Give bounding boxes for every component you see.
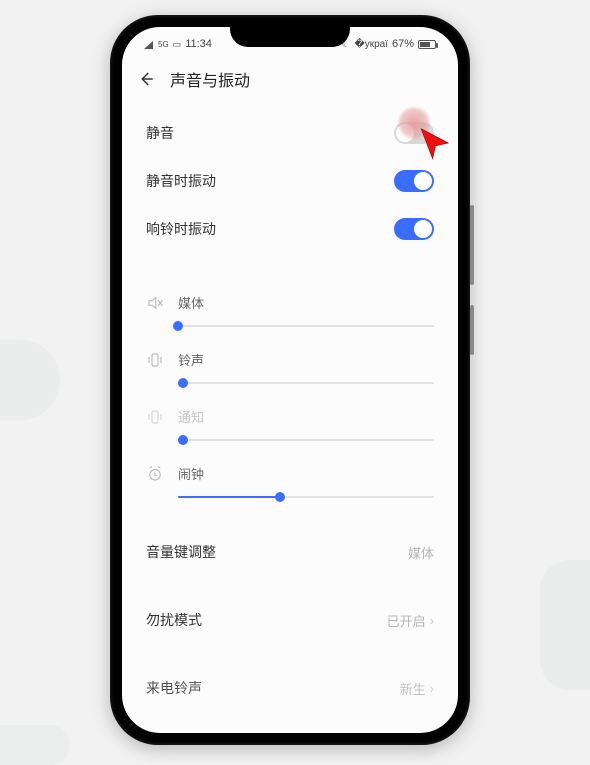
slider-alarm[interactable]: 闹钟 (122, 454, 458, 511)
vibrate-on-ring-toggle[interactable] (394, 218, 434, 240)
power-button (470, 305, 474, 355)
notify-label: 通知 (178, 407, 204, 426)
sim-icon: ▭ (173, 39, 182, 50)
dnd-value: 已开启 (387, 611, 426, 630)
chevron-right-icon: › (430, 681, 434, 696)
page-title: 声音与振动 (170, 67, 250, 91)
volume-keys-value: 媒体 (408, 543, 434, 562)
notch (230, 27, 350, 47)
notify-slider-track[interactable] (178, 432, 434, 448)
battery-icon (418, 40, 436, 49)
row-volume-keys[interactable]: 音量键调整 媒体 (122, 529, 458, 575)
vibrate-on-silent-label: 静音时振动 (146, 171, 216, 191)
vibrate-on-silent-toggle[interactable] (394, 170, 434, 192)
battery-text: 67% (392, 38, 414, 50)
screen: 5G ▭ 11:34 ⏱ ☾ �украї 67% 声音与振动 (122, 27, 458, 733)
alarm-label: 闹钟 (178, 464, 204, 483)
silent-label: 静音 (146, 123, 174, 143)
vibrate-on-ring-label: 响铃时振动 (146, 219, 216, 239)
phone-frame: 5G ▭ 11:34 ⏱ ☾ �украї 67% 声音与振动 (110, 15, 470, 745)
notify-vibrate-icon (146, 408, 164, 426)
chevron-right-icon: › (430, 613, 434, 628)
ringtone-value: 新生 (400, 679, 426, 698)
ring-label: 铃声 (178, 350, 204, 369)
wifi-status-icon: �украї (354, 39, 388, 50)
network-label: 5G (158, 40, 169, 49)
alarm-slider-track[interactable] (178, 489, 434, 505)
row-silent[interactable]: 静音 (122, 109, 458, 157)
back-arrow-icon (137, 70, 155, 88)
ringtone-label: 来电铃声 (146, 678, 202, 698)
volume-keys-label: 音量键调整 (146, 542, 216, 562)
network-signal-icon (144, 40, 154, 49)
row-vibrate-on-ring[interactable]: 响铃时振动 (122, 205, 458, 253)
row-ringtone[interactable]: 来电铃声 新生 › (122, 665, 458, 711)
row-vibrate-on-silent[interactable]: 静音时振动 (122, 157, 458, 205)
media-label: 媒体 (178, 293, 204, 312)
back-button[interactable] (136, 69, 156, 89)
ring-vibrate-icon (146, 351, 164, 369)
slider-ring[interactable]: 铃声 (122, 340, 458, 397)
slider-media[interactable]: 媒体 (122, 283, 458, 340)
alarm-icon (146, 465, 164, 483)
volume-button (470, 205, 474, 285)
ring-slider-track[interactable] (178, 375, 434, 391)
media-mute-icon (146, 294, 164, 312)
page-header: 声音与振动 (122, 57, 458, 105)
media-slider-track[interactable] (178, 318, 434, 334)
slider-notify[interactable]: 通知 (122, 397, 458, 454)
dnd-label: 勿扰模式 (146, 610, 202, 630)
silent-toggle[interactable] (394, 122, 434, 144)
clock: 11:34 (185, 38, 212, 50)
row-dnd[interactable]: 勿扰模式 已开启 › (122, 597, 458, 643)
